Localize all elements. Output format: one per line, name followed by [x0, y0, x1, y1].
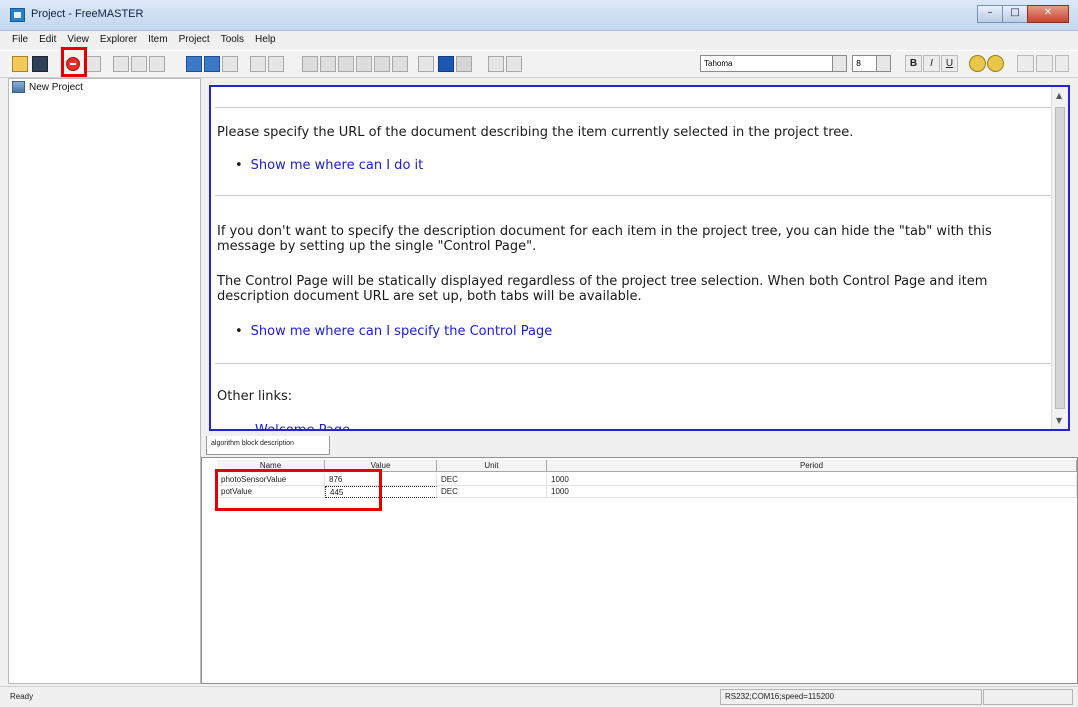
edit-icon[interactable]	[268, 56, 284, 72]
tab-algorithm-block-description[interactable]: algorithm block description	[206, 436, 330, 455]
minimize-icon: –	[987, 7, 993, 18]
move-down-icon[interactable]	[456, 56, 472, 72]
values-highlight-box	[215, 469, 382, 511]
window-title: Project - FreeMASTER	[31, 8, 144, 20]
scroll-down-icon[interactable]: ▼	[1056, 416, 1062, 425]
chevron-down-icon[interactable]	[876, 56, 890, 71]
close-button[interactable]: ✕	[1027, 5, 1069, 23]
zoom-in-icon[interactable]	[969, 55, 986, 72]
bold-button[interactable]: B	[905, 55, 922, 72]
cut-icon[interactable]	[113, 56, 129, 72]
cell-unit: DEC	[437, 486, 547, 498]
tree-item-new-project[interactable]: New Project	[12, 81, 83, 93]
open-icon[interactable]	[12, 56, 28, 72]
column-header-unit[interactable]: Unit	[437, 460, 547, 472]
bullet-icon: •	[235, 324, 243, 339]
align-right-icon[interactable]	[1055, 55, 1069, 72]
menu-file[interactable]: File	[12, 31, 28, 49]
link-text: Show me where can I specify the Control …	[250, 324, 553, 339]
maximize-icon: □	[1010, 7, 1020, 18]
divider	[215, 363, 1053, 364]
menu-help[interactable]: Help	[255, 31, 276, 49]
tab-strip: algorithm block description	[201, 436, 1078, 456]
status-text: Ready	[10, 692, 34, 701]
back-arrow-icon[interactable]	[186, 56, 202, 72]
scrollbar-thumb[interactable]	[1055, 107, 1065, 409]
remove-icon[interactable]	[392, 56, 408, 72]
watch-grid: Name Value Unit Period photoSensorValue …	[201, 457, 1078, 684]
project-icon	[12, 81, 25, 93]
description-pane: Please specify the URL of the document d…	[201, 78, 1078, 436]
cell-period: 1000	[547, 486, 1077, 498]
zoom-out-icon[interactable]	[987, 55, 1004, 72]
paste-icon[interactable]	[149, 56, 165, 72]
minimize-button[interactable]: –	[977, 5, 1003, 23]
status-panel	[983, 689, 1073, 705]
list-icon[interactable]	[418, 56, 434, 72]
help-icon[interactable]	[506, 56, 522, 72]
chevron-down-icon[interactable]	[832, 56, 846, 71]
options-icon[interactable]	[85, 56, 101, 72]
align-center-icon[interactable]	[1036, 55, 1053, 72]
link-text: Show me where can I do it	[250, 158, 424, 173]
font-size-value: 8	[856, 59, 862, 68]
font-name-combo[interactable]: Tahoma	[700, 55, 847, 72]
description-paragraph-2: If you don't want to specify the descrip…	[217, 224, 992, 254]
description-paragraph-1: Please specify the URL of the document d…	[217, 125, 854, 140]
recorder-icon[interactable]	[320, 56, 336, 72]
app-window: Project - FreeMASTER – □ ✕ File Edit Vie…	[0, 0, 1078, 707]
connection-status: RS232;COM16;speed=115200	[720, 689, 982, 705]
project-tree: New Project	[8, 78, 201, 684]
pipe-icon[interactable]	[338, 56, 354, 72]
move-up-icon[interactable]	[438, 56, 454, 72]
welcome-page-link[interactable]: Welcome Page	[255, 423, 350, 429]
menu-explorer[interactable]: Explorer	[100, 31, 137, 49]
properties-icon[interactable]	[250, 56, 266, 72]
bullet-icon: •	[235, 158, 243, 173]
show-me-link-1[interactable]: • Show me where can I do it	[235, 158, 423, 173]
menu-item[interactable]: Item	[148, 31, 167, 49]
menu-tools[interactable]: Tools	[221, 31, 244, 49]
underline-button[interactable]: U	[941, 55, 958, 72]
scroll-up-icon[interactable]: ▲	[1056, 91, 1062, 100]
font-size-combo[interactable]: 8	[852, 55, 891, 72]
stop-button-highlight	[61, 47, 87, 77]
vertical-scrollbar[interactable]: ▲ ▼	[1051, 87, 1068, 429]
copy-icon[interactable]	[131, 56, 147, 72]
save-icon[interactable]	[32, 56, 48, 72]
variable-icon[interactable]	[356, 56, 372, 72]
other-links-heading: Other links:	[217, 389, 293, 404]
description-paragraph-3: The Control Page will be statically disp…	[217, 274, 988, 304]
divider	[215, 107, 1053, 108]
watch-icon[interactable]	[374, 56, 390, 72]
cell-value-edit-extent[interactable]	[381, 486, 437, 498]
cell-unit: DEC	[437, 474, 547, 486]
menu-project[interactable]: Project	[179, 31, 210, 49]
cell-period: 1000	[547, 474, 1077, 486]
refresh-icon[interactable]	[222, 56, 238, 72]
title-bar: Project - FreeMASTER – □ ✕	[0, 0, 1078, 31]
description-frame: Please specify the URL of the document d…	[209, 85, 1070, 431]
tree-item-label: New Project	[29, 81, 83, 93]
menu-edit[interactable]: Edit	[39, 31, 56, 49]
forward-arrow-icon[interactable]	[204, 56, 220, 72]
align-left-icon[interactable]	[1017, 55, 1034, 72]
freemaster-app-icon	[10, 8, 25, 22]
status-bar: Ready RS232;COM16;speed=115200	[0, 686, 1078, 707]
maximize-button[interactable]: □	[1002, 5, 1028, 23]
description-content: Please specify the URL of the document d…	[211, 87, 1053, 429]
connect-icon[interactable]	[488, 56, 504, 72]
show-me-link-2[interactable]: • Show me where can I specify the Control…	[235, 324, 552, 339]
column-header-period[interactable]: Period	[547, 460, 1077, 472]
scope-icon[interactable]	[302, 56, 318, 72]
close-icon: ✕	[1043, 7, 1053, 18]
divider	[215, 195, 1053, 196]
caption-buttons: – □ ✕	[977, 5, 1069, 23]
font-name-value: Tahoma	[704, 59, 733, 68]
menu-bar: File Edit View Explorer Item Project Too…	[0, 31, 1078, 49]
italic-button[interactable]: I	[923, 55, 940, 72]
